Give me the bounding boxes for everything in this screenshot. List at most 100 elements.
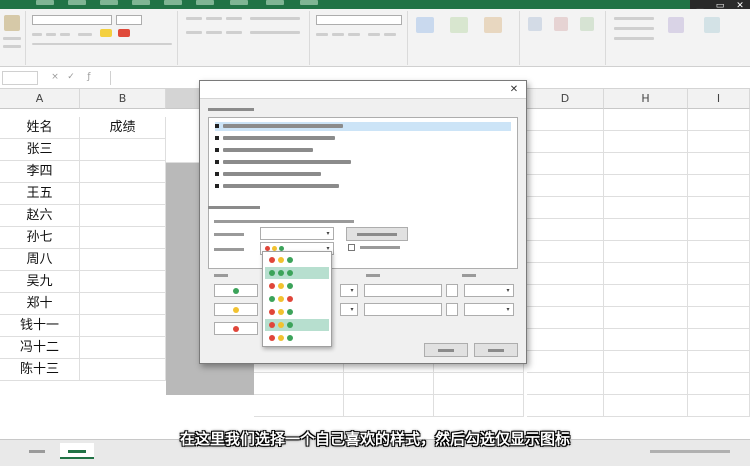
header-cell-score[interactable]: 成绩 <box>80 117 166 139</box>
icon-style-option[interactable] <box>265 332 329 344</box>
header-cell-name[interactable]: 姓名 <box>0 117 80 139</box>
ribbon-tab[interactable] <box>68 0 86 5</box>
name-cell[interactable]: 李四 <box>0 161 80 183</box>
range-picker-1[interactable] <box>446 284 458 297</box>
confirm-formula-icon[interactable]: ✓ <box>66 72 76 84</box>
bold-icon[interactable] <box>32 33 42 36</box>
empty-cell[interactable] <box>604 329 688 351</box>
empty-cell[interactable] <box>527 153 604 175</box>
name-cell[interactable]: 冯十二 <box>0 337 80 359</box>
fill-color-icon[interactable] <box>100 29 112 37</box>
score-cell[interactable] <box>80 205 166 227</box>
percent-icon[interactable] <box>332 33 344 36</box>
icon-style-dropdown[interactable] <box>262 251 332 347</box>
empty-cell[interactable] <box>604 307 688 329</box>
name-cell[interactable]: 孙七 <box>0 227 80 249</box>
autosum-button[interactable] <box>614 17 654 20</box>
rule-type-item[interactable] <box>215 158 351 166</box>
empty-cell[interactable] <box>688 153 750 175</box>
increase-decimal-icon[interactable] <box>368 33 380 36</box>
ribbon-tab[interactable] <box>100 0 118 5</box>
name-box[interactable] <box>2 71 38 85</box>
font-name-combo[interactable] <box>32 15 112 25</box>
italic-icon[interactable] <box>46 33 56 36</box>
number-format-combo[interactable] <box>316 15 402 25</box>
format-style-combo[interactable]: ▾ <box>260 227 334 240</box>
align-bottom-icon[interactable] <box>226 17 242 20</box>
empty-cell[interactable] <box>604 241 688 263</box>
font-size-combo[interactable] <box>116 15 142 25</box>
icon-style-option[interactable] <box>265 306 329 318</box>
empty-cell[interactable] <box>527 373 604 395</box>
score-cell[interactable] <box>80 249 166 271</box>
find-select-icon[interactable] <box>704 17 720 33</box>
score-cell[interactable] <box>80 183 166 205</box>
name-cell[interactable]: 王五 <box>0 183 80 205</box>
empty-cell[interactable] <box>527 197 604 219</box>
icon-style-option[interactable] <box>265 293 329 305</box>
icon-picker-3[interactable] <box>214 322 258 335</box>
sort-filter-icon[interactable] <box>668 17 684 33</box>
ribbon-tab[interactable] <box>196 0 214 5</box>
cancel-button[interactable] <box>474 343 518 357</box>
currency-icon[interactable] <box>316 33 328 36</box>
empty-cell[interactable] <box>604 373 688 395</box>
column-header-d[interactable]: D <box>527 89 604 109</box>
empty-cell[interactable] <box>604 219 688 241</box>
empty-cell[interactable] <box>688 395 750 417</box>
ribbon-tab[interactable] <box>300 0 318 5</box>
insert-cells-icon[interactable] <box>528 17 542 31</box>
merge-center-button[interactable] <box>250 31 300 34</box>
empty-cell[interactable] <box>688 307 750 329</box>
decrease-decimal-icon[interactable] <box>384 33 396 36</box>
conditional-formatting-icon[interactable] <box>416 17 434 33</box>
score-cell[interactable] <box>80 315 166 337</box>
empty-cell[interactable] <box>688 109 750 131</box>
copy-icon[interactable] <box>3 45 21 48</box>
icon-picker-1[interactable] <box>214 284 258 297</box>
align-left-icon[interactable] <box>186 31 202 34</box>
name-cell[interactable]: 赵六 <box>0 205 80 227</box>
rule-type-item[interactable] <box>215 122 511 131</box>
icon-picker-2[interactable] <box>214 303 258 316</box>
empty-cell[interactable] <box>434 373 524 395</box>
empty-cell[interactable] <box>527 329 604 351</box>
empty-cell[interactable] <box>527 175 604 197</box>
empty-cell[interactable] <box>527 351 604 373</box>
name-cell[interactable]: 郑十 <box>0 293 80 315</box>
align-middle-icon[interactable] <box>206 17 222 20</box>
empty-cell[interactable] <box>604 131 688 153</box>
icon-style-option[interactable] <box>265 254 329 266</box>
format-as-table-icon[interactable] <box>450 17 468 33</box>
name-cell[interactable]: 张三 <box>0 139 80 161</box>
icon-style-option[interactable] <box>265 280 329 292</box>
score-cell[interactable] <box>80 293 166 315</box>
ok-button[interactable] <box>424 343 468 357</box>
empty-cell[interactable] <box>527 241 604 263</box>
empty-cell[interactable] <box>434 395 524 417</box>
empty-cell[interactable] <box>688 373 750 395</box>
empty-cell[interactable] <box>688 351 750 373</box>
name-cell[interactable]: 钱十一 <box>0 315 80 337</box>
empty-cell[interactable] <box>527 131 604 153</box>
empty-cell[interactable] <box>688 131 750 153</box>
empty-cell[interactable] <box>344 373 434 395</box>
empty-cell[interactable] <box>604 109 688 131</box>
icon-style-option[interactable] <box>265 319 329 331</box>
empty-cell[interactable] <box>604 395 688 417</box>
score-cell[interactable] <box>80 161 166 183</box>
empty-cell[interactable] <box>604 351 688 373</box>
empty-cell[interactable] <box>688 329 750 351</box>
empty-cell[interactable] <box>344 395 434 417</box>
wrap-text-button[interactable] <box>250 17 300 20</box>
value-input-1[interactable] <box>364 284 442 297</box>
empty-cell[interactable] <box>604 153 688 175</box>
cancel-formula-icon[interactable]: × <box>50 72 60 84</box>
border-icon[interactable] <box>78 33 92 36</box>
empty-cell[interactable] <box>527 263 604 285</box>
empty-cell[interactable] <box>688 241 750 263</box>
rule-type-item[interactable] <box>215 170 321 178</box>
empty-cell[interactable] <box>688 263 750 285</box>
ribbon-tab[interactable] <box>36 0 54 5</box>
delete-cells-icon[interactable] <box>554 17 568 31</box>
